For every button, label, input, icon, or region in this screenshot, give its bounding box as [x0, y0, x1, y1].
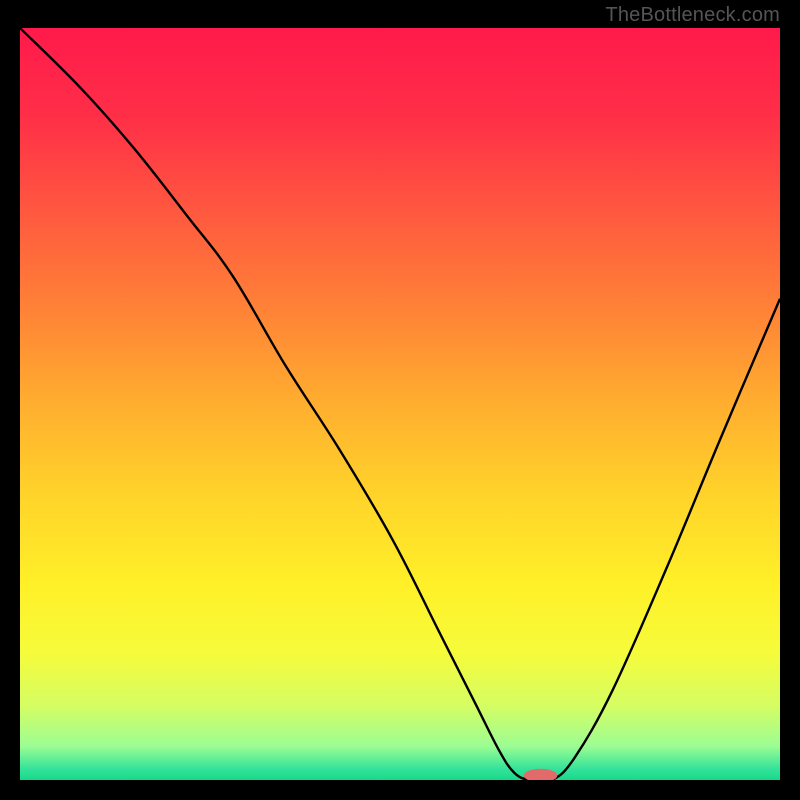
bottleneck-chart: [20, 28, 780, 780]
gradient-background: [20, 28, 780, 780]
chart-frame: TheBottleneck.com: [0, 0, 800, 800]
watermark-text: TheBottleneck.com: [605, 4, 780, 27]
plot-area: [20, 28, 780, 780]
